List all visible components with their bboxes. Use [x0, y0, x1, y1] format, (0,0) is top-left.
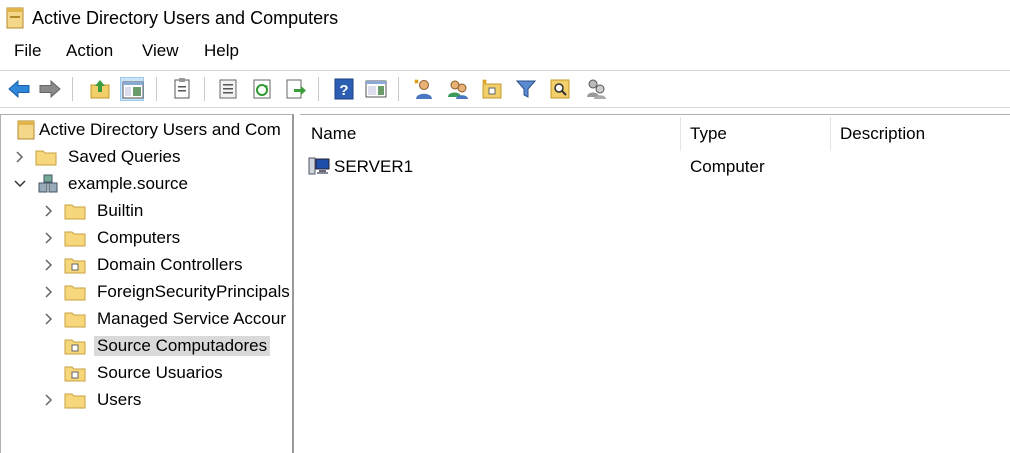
folder-icon — [64, 390, 86, 410]
tree-label: Builtin — [97, 201, 144, 220]
chevron-right-icon[interactable] — [42, 230, 56, 244]
folder-icon — [64, 309, 86, 329]
show-action-pane-icon[interactable] — [364, 77, 388, 101]
computer-icon — [308, 156, 330, 176]
folder-icon — [35, 147, 57, 167]
tree-label: Managed Service Accour — [97, 309, 286, 328]
chevron-right-icon[interactable] — [42, 284, 56, 298]
menu-bar: File Action View Help — [0, 38, 1010, 64]
row-type: Computer — [690, 157, 765, 176]
tree-item-builtin[interactable]: Builtin — [1, 199, 292, 223]
folder-icon — [64, 282, 86, 302]
column-header-name[interactable]: Name — [311, 115, 356, 153]
tree-label: Domain Controllers — [97, 255, 243, 274]
toolbar: ? — [0, 70, 1010, 108]
tree-label: ForeignSecurityPrincipals — [97, 282, 290, 301]
toolbar-separator — [318, 77, 319, 101]
domain-icon — [37, 174, 59, 194]
tree-item-domain[interactable]: example.source — [1, 172, 292, 196]
chevron-down-icon[interactable] — [13, 176, 27, 190]
svg-text:?: ? — [339, 82, 348, 99]
tree-item-source-computadores[interactable]: Source Computadores — [1, 334, 292, 358]
up-folder-icon[interactable] — [88, 77, 112, 101]
toolbar-separator — [204, 77, 205, 101]
column-divider[interactable] — [830, 117, 831, 151]
new-user-icon[interactable] — [412, 77, 436, 101]
app-icon — [6, 7, 24, 29]
window-title: Active Directory Users and Computers — [32, 8, 339, 28]
back-arrow-icon[interactable] — [7, 77, 31, 101]
ou-folder-icon — [64, 363, 86, 383]
delegate-control-icon[interactable] — [584, 77, 608, 101]
show-hide-console-tree-icon[interactable] — [120, 77, 144, 101]
properties-icon[interactable] — [170, 77, 194, 101]
folder-icon — [64, 228, 86, 248]
tree-label: Users — [97, 390, 142, 409]
forward-arrow-icon[interactable] — [38, 77, 62, 101]
row-name: SERVER1 — [334, 157, 414, 176]
menu-file[interactable]: File — [14, 41, 41, 61]
export-icon[interactable] — [284, 77, 308, 101]
new-ou-icon[interactable] — [480, 77, 504, 101]
folder-icon — [64, 201, 86, 221]
ou-folder-icon — [64, 255, 86, 275]
toolbar-separator — [398, 77, 399, 101]
tree-label: Source Usuarios — [97, 363, 223, 382]
tree-label: Saved Queries — [68, 147, 181, 166]
help-icon[interactable]: ? — [332, 77, 356, 101]
tree-item-source-usuarios[interactable]: Source Usuarios — [1, 361, 292, 385]
chevron-right-icon[interactable] — [42, 392, 56, 406]
tree-label: Source Computadores — [94, 336, 271, 356]
find-icon[interactable] — [548, 77, 572, 101]
new-group-icon[interactable] — [446, 77, 470, 101]
tree-item-foreign-security-principals[interactable]: ForeignSecurityPrincipals — [1, 280, 292, 304]
ou-folder-icon — [64, 336, 86, 356]
tree-label: Active Directory Users and Com — [39, 120, 281, 139]
column-header-type[interactable]: Type — [690, 115, 727, 153]
tree-item-domain-controllers[interactable]: Domain Controllers — [1, 253, 292, 277]
menu-help[interactable]: Help — [204, 41, 239, 61]
tree-item-managed-service-accounts[interactable]: Managed Service Accour — [1, 307, 292, 331]
tree-root[interactable]: Active Directory Users and Com — [1, 118, 292, 142]
ad-console-icon — [15, 120, 37, 140]
chevron-right-icon[interactable] — [42, 257, 56, 271]
tree-item-saved-queries[interactable]: Saved Queries — [1, 145, 292, 169]
console-tree: Active Directory Users and Com Saved Que… — [0, 114, 294, 453]
export-list-icon[interactable] — [216, 77, 240, 101]
chevron-right-icon[interactable] — [42, 203, 56, 217]
tree-label: example.source — [68, 174, 189, 193]
toolbar-separator — [156, 77, 157, 101]
column-divider[interactable] — [680, 117, 681, 151]
title-bar: Active Directory Users and Computers — [0, 0, 1010, 36]
details-pane: Name Type Description SERVER1 Computer — [300, 114, 1010, 453]
toolbar-separator — [72, 77, 73, 101]
list-item[interactable]: SERVER1 Computer — [300, 155, 1010, 181]
filter-icon[interactable] — [514, 77, 538, 101]
chevron-right-icon[interactable] — [13, 149, 27, 163]
column-header-description[interactable]: Description — [840, 115, 925, 153]
tree-item-computers[interactable]: Computers — [1, 226, 292, 250]
menu-action[interactable]: Action — [66, 41, 113, 61]
tree-item-users[interactable]: Users — [1, 388, 292, 412]
tree-label: Computers — [97, 228, 181, 247]
menu-view[interactable]: View — [142, 41, 179, 61]
refresh-icon[interactable] — [250, 77, 274, 101]
chevron-right-icon[interactable] — [42, 311, 56, 325]
